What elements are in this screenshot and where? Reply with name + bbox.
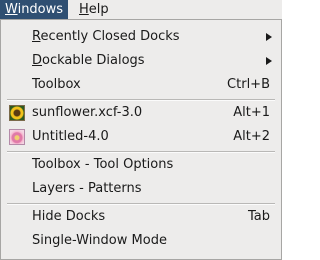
menu-item-label: Untitled-4.0 xyxy=(32,129,109,144)
menu-item-image-untitled[interactable]: Untitled-4.0 Alt+2 xyxy=(1,125,281,149)
menubar-help[interactable]: Help xyxy=(74,0,114,19)
shortcut-label: Alt+1 xyxy=(233,105,270,120)
menu-item-label: Hide Docks xyxy=(32,209,106,224)
menu-item-single-window-mode[interactable]: Single-Window Mode xyxy=(1,229,281,253)
menubar: Windows Help xyxy=(0,0,282,19)
flower-thumbnail-icon xyxy=(9,129,25,145)
menu-item-label-rest: ockable Dialogs xyxy=(42,53,145,68)
menu-item-label-rest: ecently Closed Docks xyxy=(40,29,180,44)
submenu-arrow-icon xyxy=(266,57,272,65)
shortcut-label: Ctrl+B xyxy=(227,77,270,92)
menu-item-toolbox[interactable]: Toolbox Ctrl+B xyxy=(1,73,281,97)
menu-item-label: Dockable Dialogs xyxy=(32,49,145,73)
menu-item-dock-layers-patterns[interactable]: Layers - Patterns xyxy=(1,177,281,201)
shortcut-label: Tab xyxy=(247,209,270,224)
menu-item-label: sunflower.xcf-3.0 xyxy=(32,105,143,120)
menu-item-label: Single-Window Mode xyxy=(32,233,167,248)
mnemonic-letter: D xyxy=(32,53,43,68)
menubar-windows-mnemonic: W xyxy=(5,2,18,17)
menubar-help-mnemonic: H xyxy=(79,2,89,17)
menubar-windows-label: indows xyxy=(17,2,64,17)
menu-item-dockable-dialogs[interactable]: Dockable Dialogs xyxy=(1,49,281,73)
submenu-arrow-icon xyxy=(266,33,272,41)
windows-menu: Recently Closed Docks Dockable Dialogs T… xyxy=(0,19,282,260)
menu-item-label: Recently Closed Docks xyxy=(32,25,180,49)
menu-item-label: Toolbox - Tool Options xyxy=(32,157,174,172)
menu-item-image-sunflower[interactable]: sunflower.xcf-3.0 Alt+1 xyxy=(1,101,281,125)
menu-item-hide-docks[interactable]: Hide Docks Tab xyxy=(1,205,281,229)
menu-item-recently-closed-docks[interactable]: Recently Closed Docks xyxy=(1,25,281,49)
menubar-help-label: elp xyxy=(88,2,109,17)
shortcut-label: Alt+2 xyxy=(233,129,270,144)
sunflower-thumbnail-icon xyxy=(9,105,25,121)
menubar-windows[interactable]: Windows xyxy=(0,0,68,19)
menu-item-label: Layers - Patterns xyxy=(32,181,142,196)
menu-item-dock-toolbox-tool-options[interactable]: Toolbox - Tool Options xyxy=(1,153,281,177)
menu-item-label: Toolbox xyxy=(32,77,81,92)
